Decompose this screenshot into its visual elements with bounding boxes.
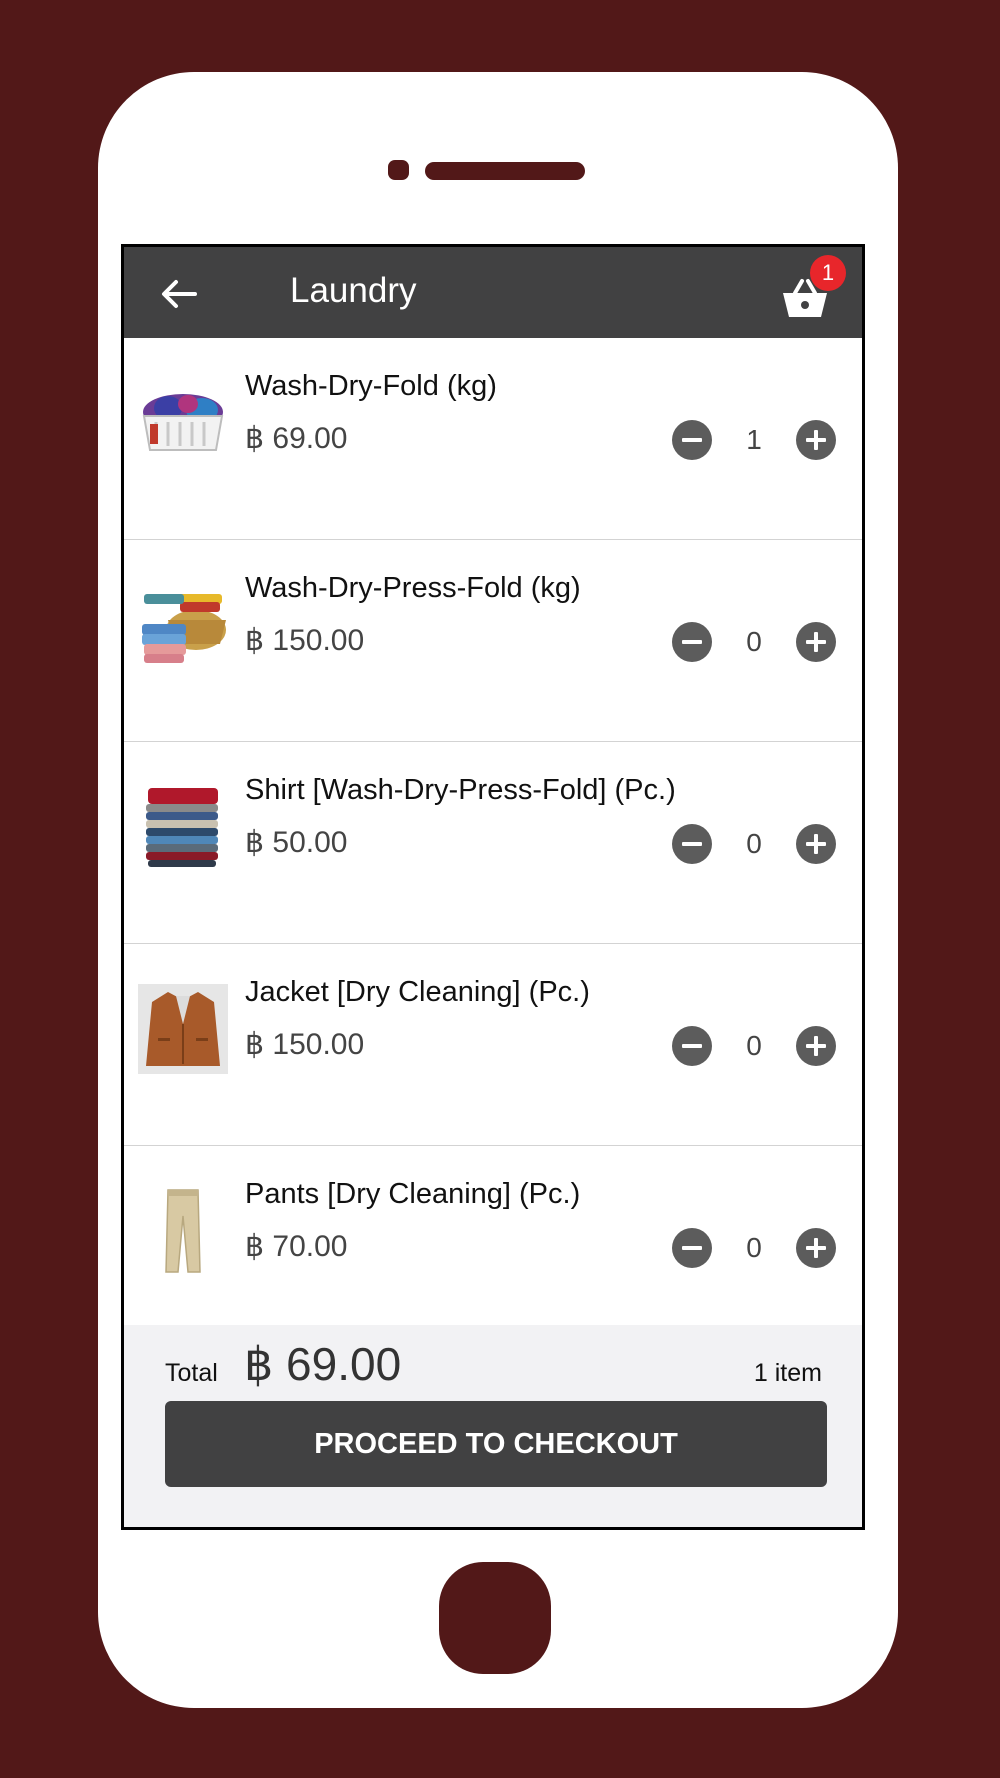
quantity-value: 1 [746,424,762,455]
decrement-button[interactable] [672,420,712,460]
increment-button[interactable] [796,824,836,864]
cart-summary: Total ฿ 69.00 1 item PROCEED TO CHECKOUT [124,1325,862,1527]
quantity-stepper: 0 [672,822,836,866]
item-price: ฿ 150.00 [245,1028,365,1061]
quantity-value: 0 [746,828,762,859]
increment-button[interactable] [796,420,836,460]
quantity-stepper: 0 [672,1024,836,1068]
speaker-slot [425,162,585,180]
increment-button[interactable] [796,1228,836,1268]
quantity-stepper: 1 [672,418,836,462]
item-name: Pants [Dry Cleaning] (Pc.) [245,1178,581,1210]
list-item: Jacket [Dry Cleaning] (Pc.) ฿ 150.00 0 [124,944,862,1146]
total-value: ฿ 69.00 [244,1338,402,1390]
item-name: Wash-Dry-Fold (kg) [245,370,497,402]
quantity-stepper: 0 [672,620,836,664]
service-list: Wash-Dry-Fold (kg) ฿ 69.00 1 Wash-Dry-Pr… [124,338,862,1322]
item-price: ฿ 50.00 [245,826,348,859]
quantity-stepper: 0 [672,1226,836,1270]
arrow-left-icon [162,280,197,308]
increment-button[interactable] [796,622,836,662]
quantity-value: 0 [746,626,762,657]
total-label: Total [165,1359,218,1387]
item-name: Wash-Dry-Press-Fold (kg) [245,572,581,604]
app-bar: Laundry 1 [124,247,862,338]
item-price: ฿ 69.00 [245,422,348,455]
jacket-image [138,984,228,1074]
decrement-button[interactable] [672,824,712,864]
phone-frame: Laundry 1 Wash-Dry-Fold (kg) ฿ 69.00 1 W… [98,72,898,1708]
list-item: Shirt [Wash-Dry-Press-Fold] (Pc.) ฿ 50.0… [124,742,862,944]
item-count: 1 item [753,1359,822,1387]
decrement-button[interactable] [672,1026,712,1066]
cart-button[interactable]: 1 [780,255,846,323]
quantity-value: 0 [746,1030,762,1061]
checkout-button[interactable]: PROCEED TO CHECKOUT [165,1401,827,1487]
cart-count-badge: 1 [810,255,846,291]
decrement-button[interactable] [672,622,712,662]
folded-towels-basket-image [142,594,226,663]
decrement-button[interactable] [672,1228,712,1268]
list-item: Wash-Dry-Press-Fold (kg) ฿ 150.00 0 [124,540,862,742]
list-item: Pants [Dry Cleaning] (Pc.) ฿ 70.00 0 [124,1146,862,1322]
laundry-basket-image [142,394,224,451]
app-screen: Laundry 1 Wash-Dry-Fold (kg) ฿ 69.00 1 W… [121,244,865,1530]
item-name: Shirt [Wash-Dry-Press-Fold] (Pc.) [245,774,676,806]
camera-dot [388,160,409,180]
item-name: Jacket [Dry Cleaning] (Pc.) [245,976,590,1008]
list-item: Wash-Dry-Fold (kg) ฿ 69.00 1 [124,338,862,540]
page-title: Laundry [290,271,417,310]
item-price: ฿ 70.00 [245,1230,348,1263]
back-button[interactable] [154,269,204,319]
item-price: ฿ 150.00 [245,624,365,657]
pants-image [165,1189,201,1273]
device-mockup: Laundry 1 Wash-Dry-Fold (kg) ฿ 69.00 1 W… [0,0,1000,1778]
increment-button[interactable] [796,1026,836,1066]
home-button [439,1562,551,1674]
quantity-value: 0 [746,1232,762,1263]
folded-shirts-image [146,788,218,867]
